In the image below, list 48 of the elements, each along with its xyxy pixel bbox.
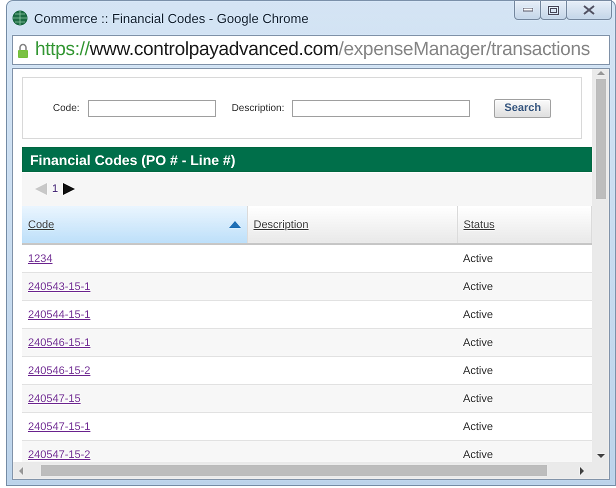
status-cell: Active [457,272,592,300]
record-link[interactable]: 240544-15-1 [28,308,90,320]
column-header[interactable]: Code [22,206,247,244]
status-cell: Active [457,300,592,328]
record-link[interactable]: 1234 [28,252,52,264]
record-link[interactable]: 240547-15-1 [28,420,90,432]
record-link[interactable]: 240546-15-2 [28,364,90,376]
maximize-button[interactable] [540,0,567,20]
status-cell: Active [457,356,592,384]
status-cell: Active [457,384,592,412]
input-field[interactable] [292,100,470,116]
search-button[interactable]: Search [494,98,552,118]
scroll-up-icon[interactable] [596,69,604,77]
status-cell: Active [457,328,592,356]
address-bar[interactable]: https://www.controlpayadvanced.com/expenseManager/transactions [12,35,610,65]
status-cell: Active [457,244,592,272]
scroll-thumb[interactable] [41,465,547,476]
globe-icon [12,10,28,26]
window-title: Commerce :: Financial Codes - Google Chrome [34,10,309,26]
column-header[interactable]: Status [457,206,592,244]
horizontal-scrollbar[interactable] [13,462,609,479]
record-link[interactable]: 240547-15-2 [28,448,90,460]
field-label: Code: [52,102,80,114]
status-cell: Active [457,412,592,440]
column-header[interactable]: Description [247,206,457,244]
close-icon [583,5,595,15]
minimize-icon [522,8,532,12]
status-cell: Active [457,440,592,462]
column-sort-link[interactable]: Description [254,218,309,230]
vertical-scrollbar[interactable] [592,69,609,462]
url-text: https://www.controlpayadvanced.com/expenseManager/transactions [35,39,590,61]
scroll-thumb[interactable] [596,79,606,199]
restore-icon [548,6,559,14]
record-link[interactable]: 240547-15 [28,392,81,404]
record-link[interactable]: 240546-15-1 [28,336,90,348]
field-label: Description: [232,102,284,114]
input-field[interactable] [88,100,216,116]
column-sort-link[interactable]: Code [28,218,54,230]
lock-icon [17,42,29,58]
page-number[interactable]: 1 [52,183,58,195]
panel-title: Financial Codes (PO # - Line #) [22,147,592,172]
record-link[interactable]: 240543-15-1 [28,280,90,292]
minimize-button[interactable] [514,0,541,20]
column-sort-link[interactable]: Status [464,218,495,230]
scroll-right-icon[interactable] [577,466,587,474]
next-page-icon[interactable] [62,183,76,195]
sort-ascending-icon [228,221,240,228]
close-button[interactable] [566,0,612,20]
